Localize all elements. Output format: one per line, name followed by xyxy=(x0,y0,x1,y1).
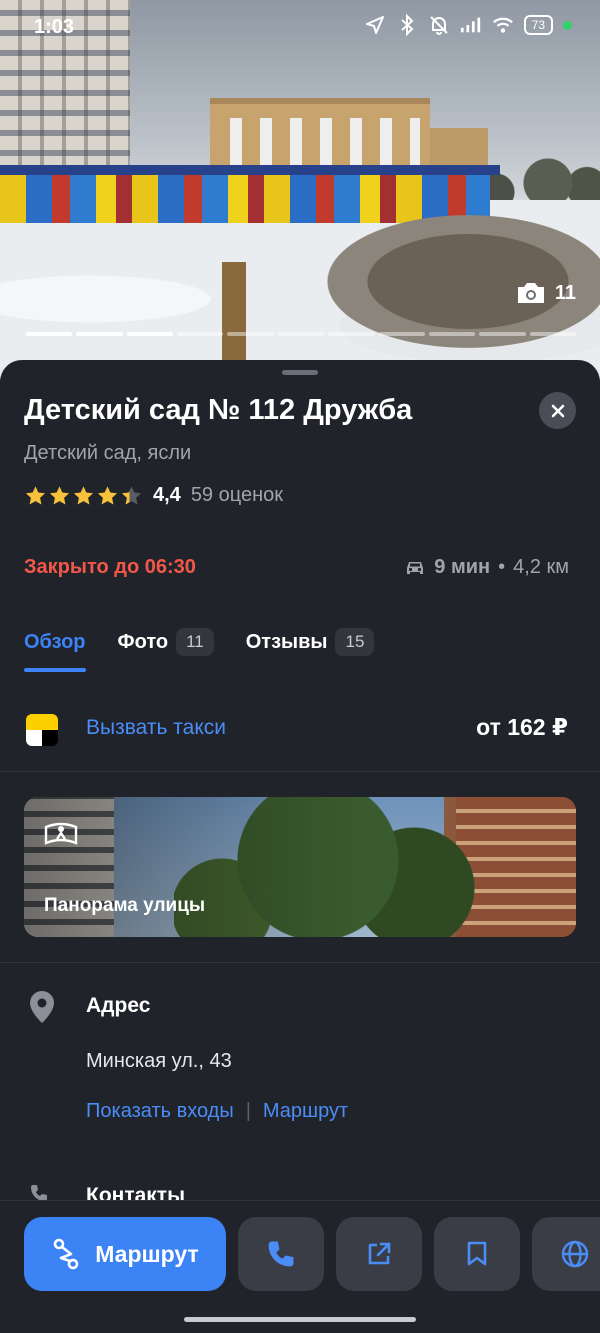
rating-stars xyxy=(24,485,143,507)
location-pin-icon xyxy=(30,991,54,1023)
share-icon xyxy=(368,1242,391,1265)
progress-segment xyxy=(529,332,576,336)
call-button[interactable] xyxy=(238,1217,324,1291)
home-indicator[interactable] xyxy=(184,1317,416,1322)
address-links: Показать входы | Маршрут xyxy=(86,1100,348,1123)
open-status: Закрыто до 06:30 xyxy=(24,556,196,578)
action-bar: Маршрут xyxy=(0,1200,600,1333)
rating-value: 4,4 xyxy=(153,484,181,506)
yandex-taxi-logo-icon xyxy=(26,714,58,746)
link-separator: | xyxy=(245,1100,251,1122)
route-button[interactable]: Маршрут xyxy=(24,1217,226,1291)
wifi-icon xyxy=(492,14,514,36)
drive-distance: 4,2 км xyxy=(513,556,569,578)
camera-icon xyxy=(517,283,544,303)
share-button[interactable] xyxy=(336,1217,422,1291)
progress-segment xyxy=(26,332,73,336)
status-icons: 73 xyxy=(364,14,572,36)
panorama-label: Панорама улицы xyxy=(44,895,206,916)
tab-photos-badge: 11 xyxy=(176,628,214,656)
tab-bar: Обзор Фото 11 Отзывы 15 xyxy=(24,628,375,672)
street-panorama-card[interactable]: Панорама улицы xyxy=(24,797,576,937)
photo-progress xyxy=(26,332,576,336)
divider xyxy=(0,771,600,772)
tab-reviews-label: Отзывы xyxy=(245,630,328,653)
phone-icon xyxy=(268,1241,294,1267)
tab-photos[interactable]: Фото 11 xyxy=(118,628,214,656)
tab-reviews[interactable]: Отзывы 15 xyxy=(246,628,375,656)
bluetooth-icon xyxy=(396,14,418,36)
privacy-dot xyxy=(563,20,572,30)
status-time: 1:03 xyxy=(34,16,75,38)
place-title: Детский сад № 112 Дружба xyxy=(24,394,413,426)
close-icon xyxy=(551,404,564,417)
star-icon xyxy=(25,485,46,505)
show-entrances-link[interactable]: Показать входы xyxy=(86,1100,234,1123)
contacts-heading: Контакты xyxy=(86,1184,186,1200)
progress-segment xyxy=(328,332,375,336)
taxi-price: от 162 ₽ xyxy=(476,714,568,740)
globe-icon xyxy=(561,1240,589,1268)
rating-count: 59 оценок xyxy=(190,484,284,506)
tab-overview-label: Обзор xyxy=(24,630,86,653)
progress-segment xyxy=(126,332,174,336)
star-icon xyxy=(73,485,94,505)
place-category: Детский сад, ясли xyxy=(24,442,192,464)
signal-icon xyxy=(460,14,482,36)
bookmark-button[interactable] xyxy=(434,1217,520,1291)
progress-segment xyxy=(277,332,325,336)
tab-reviews-badge: 15 xyxy=(335,628,375,656)
star-icon xyxy=(49,485,70,505)
tab-overview[interactable]: Обзор xyxy=(24,630,86,672)
photo-counter[interactable]: 11 xyxy=(515,280,576,306)
drive-info[interactable]: 9 мин • 4,2 км xyxy=(404,556,569,579)
route-button-label: Маршрут xyxy=(95,1240,199,1267)
close-button[interactable] xyxy=(539,392,576,429)
muted-bell-icon xyxy=(428,14,450,36)
progress-segment xyxy=(378,332,425,336)
progress-segment xyxy=(76,332,123,336)
website-button[interactable] xyxy=(532,1217,600,1291)
location-arrow-icon xyxy=(364,14,386,36)
place-card: Детский сад № 112 Дружба Детский сад, яс… xyxy=(0,360,600,1333)
taxi-row[interactable]: Вызвать такси от 162 ₽ xyxy=(0,702,600,770)
photo-post xyxy=(222,262,246,362)
place-photo[interactable]: 1:03 73 11 xyxy=(0,0,600,380)
progress-segment xyxy=(479,332,526,336)
progress-segment xyxy=(227,332,274,336)
photo-count-label: 11 xyxy=(554,281,576,304)
divider xyxy=(0,962,600,963)
route-link[interactable]: Маршрут xyxy=(263,1100,348,1123)
tab-photos-label: Фото xyxy=(117,630,169,653)
star-icon xyxy=(97,485,118,505)
progress-segment xyxy=(177,332,224,336)
rating-row[interactable]: 4,4 59 оценок xyxy=(24,484,283,507)
bookmark-icon xyxy=(467,1241,487,1266)
battery-indicator: 73 xyxy=(523,15,553,35)
progress-segment xyxy=(428,332,476,336)
call-taxi-link[interactable]: Вызвать такси xyxy=(86,716,226,740)
address-text[interactable]: Минская ул., 43 xyxy=(86,1050,232,1073)
car-icon xyxy=(407,561,424,574)
route-icon xyxy=(53,1238,79,1270)
panorama-icon xyxy=(44,822,78,845)
drag-handle[interactable] xyxy=(282,370,318,375)
star-icon xyxy=(121,485,142,505)
drive-separator: • xyxy=(498,556,506,578)
address-heading: Адрес xyxy=(86,994,151,1017)
drive-time: 9 мин xyxy=(434,556,491,578)
